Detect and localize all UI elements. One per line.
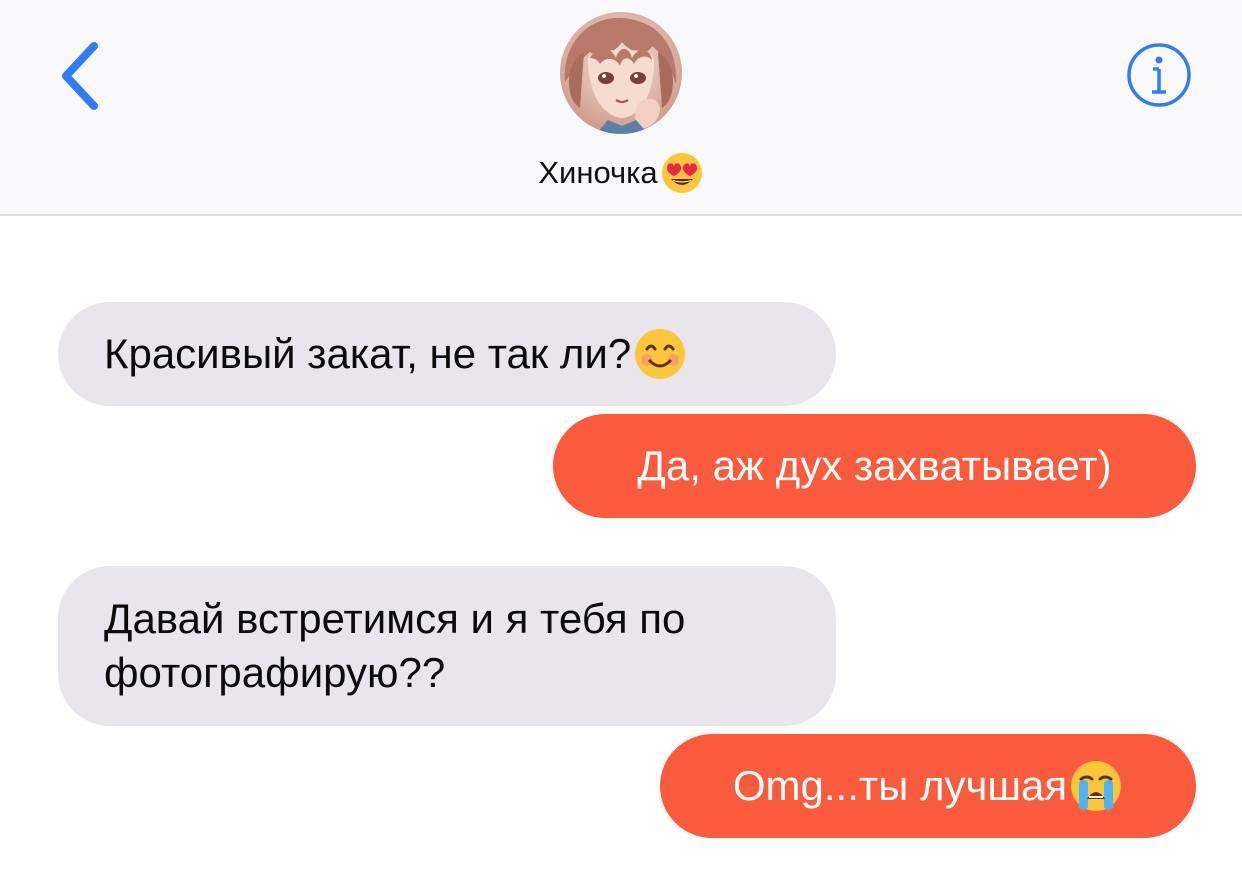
smiling-face-emoji bbox=[635, 329, 686, 379]
message-bubble-incoming[interactable]: Красивый закат, не так ли? bbox=[58, 302, 836, 406]
message-text: Да, аж дух захватывает) bbox=[637, 442, 1112, 489]
chevron-left-icon bbox=[62, 42, 98, 110]
avatar-image bbox=[560, 12, 682, 134]
message-bubble-outgoing[interactable]: Omg...ты лучшая bbox=[660, 734, 1196, 838]
message-text: Красивый закат, не так ли? bbox=[104, 330, 632, 377]
crying-face-emoji bbox=[1071, 761, 1122, 811]
info-icon bbox=[1127, 43, 1191, 107]
message-bubble-outgoing[interactable]: Да, аж дух захватывает) bbox=[553, 414, 1196, 518]
message-text: Давай встретимся и я тебя по фотографиру… bbox=[104, 595, 698, 696]
contact-avatar[interactable] bbox=[560, 12, 682, 134]
back-button[interactable] bbox=[52, 38, 112, 114]
info-button[interactable] bbox=[1126, 42, 1192, 108]
chat-header: Хиночка bbox=[0, 0, 1242, 216]
heart-eyes-emoji bbox=[661, 152, 702, 193]
message-text: Omg...ты лучшая bbox=[732, 762, 1068, 809]
contact-name-row[interactable]: Хиночка bbox=[0, 146, 1242, 196]
message-bubble-incoming[interactable]: Давай встретимся и я тебя по фотографиру… bbox=[58, 566, 836, 726]
contact-name: Хиночка bbox=[538, 154, 658, 190]
